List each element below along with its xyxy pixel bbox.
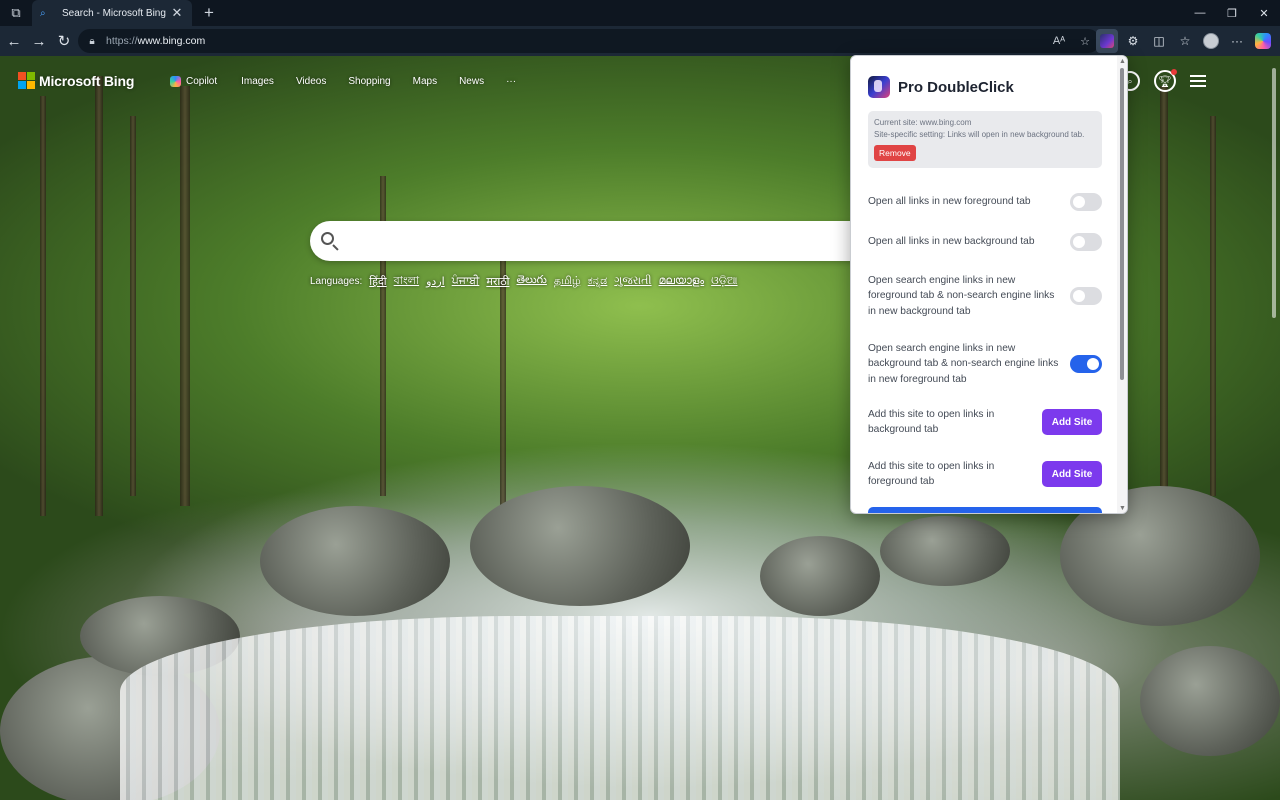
add-site-row: Add this site to open links in foregroun… bbox=[868, 456, 1102, 492]
tab-strip: ⧉ ⌕ Search - Microsoft Bing ✕ + — ❐ ✕ bbox=[0, 0, 1280, 26]
brand-name: Microsoft Bing bbox=[39, 72, 135, 89]
pro-doubleclick-extension-icon[interactable] bbox=[1096, 29, 1118, 53]
close-window-button[interactable]: ✕ bbox=[1248, 0, 1280, 26]
extensions-puzzle-icon[interactable]: ⚙ bbox=[1122, 29, 1144, 53]
tab-bing[interactable]: ⌕ Search - Microsoft Bing ✕ bbox=[32, 0, 192, 26]
read-aloud-icon[interactable]: Aᴬ bbox=[1050, 32, 1068, 50]
language-link[interactable]: ગુજરાતી bbox=[614, 275, 651, 288]
remove-button[interactable]: Remove bbox=[874, 145, 916, 161]
add-site-label: Add this site to open links in backgroun… bbox=[868, 408, 995, 436]
option-row: Open search engine links in new backgrou… bbox=[868, 338, 1102, 390]
language-link[interactable]: ਪੰਜਾਬੀ bbox=[452, 275, 480, 288]
copilot-icon[interactable] bbox=[1252, 29, 1274, 53]
popup-scrollbar[interactable]: ▲ ▼ bbox=[1117, 56, 1127, 513]
option-label: Open search engine links in new backgrou… bbox=[868, 342, 1059, 385]
popup-footer-button[interactable] bbox=[868, 507, 1102, 513]
address-url[interactable]: https://www.bing.com bbox=[106, 35, 205, 47]
language-link[interactable]: ଓଡ଼ିଆ bbox=[711, 275, 737, 288]
favorites-icon[interactable]: ☆ bbox=[1174, 29, 1196, 53]
nav-news[interactable]: News bbox=[459, 76, 484, 87]
nav-shopping[interactable]: Shopping bbox=[348, 76, 390, 87]
address-bar[interactable]: 🔒︎ https://www.bing.com Aᴬ ☆ bbox=[78, 29, 1100, 53]
bing-logo[interactable]: Microsoft Bing bbox=[18, 72, 134, 89]
add-site-foreground-button[interactable]: Add Site bbox=[1042, 461, 1102, 487]
search-icon bbox=[320, 231, 340, 251]
current-site-text: Current site: www.bing.com bbox=[874, 118, 972, 127]
option-row: Open all links in new background tab bbox=[868, 224, 1102, 260]
option-toggle[interactable] bbox=[1070, 287, 1102, 305]
language-link[interactable]: اردو bbox=[426, 275, 445, 288]
window-controls: — ❐ ✕ bbox=[1184, 0, 1280, 26]
nav-maps[interactable]: Maps bbox=[413, 76, 437, 87]
language-link[interactable]: தமிழ் bbox=[554, 275, 581, 289]
nav-images[interactable]: Images bbox=[241, 76, 274, 87]
language-link[interactable]: తెలుగు bbox=[516, 274, 546, 289]
site-setting-text: Site-specific setting: Links will open i… bbox=[874, 130, 1085, 139]
search-favicon-icon: ⌕ bbox=[40, 7, 46, 19]
add-site-label: Add this site to open links in foregroun… bbox=[868, 460, 995, 488]
tab-title: Search - Microsoft Bing bbox=[62, 7, 166, 19]
option-label: Open all links in new background tab bbox=[868, 236, 1035, 248]
tab-close-icon[interactable]: ✕ bbox=[170, 5, 184, 21]
bing-nav: Copilot Images Videos Shopping Maps News… bbox=[170, 76, 516, 87]
scroll-down-icon[interactable]: ▼ bbox=[1119, 505, 1126, 513]
lock-icon[interactable]: 🔒︎ bbox=[84, 33, 100, 49]
waterfall bbox=[120, 616, 1120, 800]
refresh-button[interactable]: ↻ bbox=[52, 29, 76, 53]
nav-videos[interactable]: Videos bbox=[296, 76, 326, 87]
option-toggle[interactable] bbox=[1070, 193, 1102, 211]
language-link[interactable]: മലയാളം bbox=[659, 275, 705, 288]
page-scrollbar[interactable] bbox=[1270, 58, 1278, 798]
extension-popup: Pro DoubleClick Current site: www.bing.c… bbox=[850, 55, 1128, 514]
nav-more[interactable]: ··· bbox=[506, 76, 516, 87]
workspaces-icon[interactable]: ⧉ bbox=[0, 0, 32, 26]
languages-label: Languages: bbox=[310, 276, 363, 287]
profile-avatar[interactable] bbox=[1200, 29, 1222, 53]
favorite-star-icon[interactable]: ☆ bbox=[1076, 32, 1094, 50]
option-row: Open all links in new foreground tab bbox=[868, 184, 1102, 220]
language-link[interactable]: বাংলা bbox=[394, 272, 419, 291]
search-input[interactable] bbox=[310, 221, 890, 261]
forward-button[interactable]: → bbox=[27, 29, 51, 53]
add-site-row: Add this site to open links in backgroun… bbox=[868, 404, 1102, 440]
option-label: Open search engine links in new foregrou… bbox=[868, 274, 1055, 317]
scroll-up-icon[interactable]: ▲ bbox=[1119, 58, 1126, 66]
option-toggle[interactable] bbox=[1070, 355, 1102, 373]
add-site-background-button[interactable]: Add Site bbox=[1042, 409, 1102, 435]
option-label: Open all links in new foreground tab bbox=[868, 196, 1031, 208]
nav-copilot[interactable]: Copilot bbox=[170, 76, 217, 87]
language-link[interactable]: मराठी bbox=[486, 274, 509, 289]
back-button[interactable]: ← bbox=[2, 29, 26, 53]
microsoft-logo-icon bbox=[18, 72, 35, 89]
more-menu-icon[interactable]: ··· bbox=[1226, 29, 1248, 53]
copilot-nav-icon bbox=[170, 76, 181, 87]
hamburger-menu-icon[interactable] bbox=[1190, 75, 1206, 87]
scroll-thumb[interactable] bbox=[1120, 68, 1124, 380]
minimize-button[interactable]: — bbox=[1184, 0, 1216, 26]
pro-doubleclick-logo-icon bbox=[868, 76, 890, 98]
language-link[interactable]: ಕನ್ನಡ bbox=[588, 275, 608, 288]
popup-title: Pro DoubleClick bbox=[898, 78, 1014, 96]
popup-header: Pro DoubleClick bbox=[858, 63, 1112, 101]
option-toggle[interactable] bbox=[1070, 233, 1102, 251]
new-tab-button[interactable]: + bbox=[196, 0, 222, 26]
languages-bar: Languages: हिंदी বাংলা اردو ਪੰਜਾਬੀ मराठी… bbox=[310, 272, 738, 291]
current-site-panel: Current site: www.bing.com Site-specific… bbox=[868, 111, 1102, 168]
option-row: Open search engine links in new foregrou… bbox=[868, 270, 1102, 322]
language-link[interactable]: हिंदी bbox=[369, 274, 386, 289]
split-screen-icon[interactable]: ◫ bbox=[1148, 29, 1170, 53]
restore-button[interactable]: ❐ bbox=[1216, 0, 1248, 26]
browser-toolbar: ← → ↻ 🔒︎ https://www.bing.com Aᴬ ☆ ⚙ ◫ ☆… bbox=[0, 26, 1280, 56]
rewards-trophy-icon[interactable]: 🏆︎ bbox=[1154, 69, 1177, 92]
bing-header-right: ⌕ 🏆︎ bbox=[1120, 69, 1206, 92]
